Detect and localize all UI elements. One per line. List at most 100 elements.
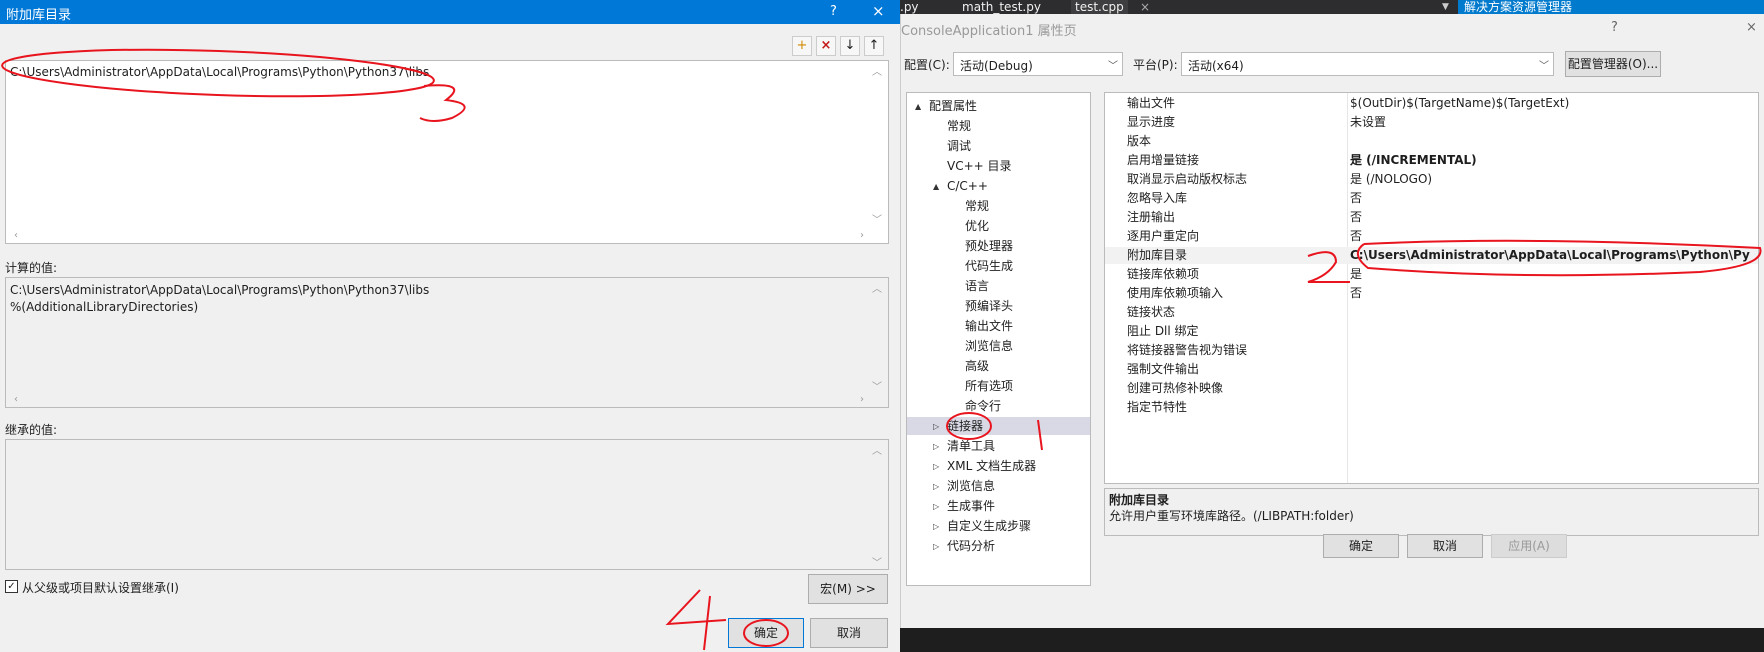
tree-item[interactable]: VC++ 目录 [947,157,1012,175]
tree-item[interactable]: C/C++ [947,177,988,195]
tree-item[interactable]: 命令行 [965,397,1001,415]
expand-arrow-icon[interactable]: ▷ [933,462,939,471]
config-label: 配置(C): [904,58,950,72]
tree-item[interactable]: 所有选项 [965,377,1013,395]
platform-select[interactable]: 活动(x64) ﹀ [1181,52,1554,76]
collapse-arrow-icon[interactable]: ▲ [915,102,921,111]
scroll-down-icon[interactable]: ﹀ [872,378,882,393]
tree-item[interactable]: 配置属性 [929,97,977,115]
scroll-left-icon[interactable]: ‹ [14,394,18,405]
apply-button[interactable]: 应用(A) [1491,534,1567,558]
close-button[interactable]: × [872,2,885,20]
dialog-ok-button[interactable]: 确定 [728,618,804,648]
additional-library-dirs-dialog: 附加库目录 ? × + × ↓ ↑ C:\Users\Administrator… [0,0,900,652]
property-name: 注册输出 [1127,210,1176,224]
property-row[interactable]: 链接库依赖项 是 [1105,266,1758,283]
ok-button[interactable]: 确定 [1323,534,1399,558]
property-row[interactable]: 将链接器警告视为错误 [1105,342,1758,359]
expand-arrow-icon[interactable]: ▷ [933,542,939,551]
chevron-down-icon: ﹀ [1539,61,1549,72]
tree-item[interactable]: 预处理器 [965,237,1013,255]
collapse-arrow-icon[interactable]: ▲ [933,182,939,191]
tree-item[interactable]: 链接器 [947,417,983,435]
scroll-up-icon[interactable]: ︿ [872,63,882,78]
property-row[interactable]: 显示进度 未设置 [1105,114,1758,131]
property-row[interactable]: 阻止 Dll 绑定 [1105,323,1758,340]
tree-item[interactable]: 优化 [965,217,989,235]
property-row[interactable]: 强制文件输出 [1105,361,1758,378]
property-name: 启用增量链接 [1127,153,1200,167]
property-row[interactable]: 使用库依赖项输入 否 [1105,285,1758,302]
expand-arrow-icon[interactable]: ▷ [933,502,939,511]
property-name: 指定节特性 [1127,400,1188,414]
property-value: 否 [1350,286,1363,300]
tree-item[interactable]: 自定义生成步骤 [947,517,1031,535]
config-manager-button[interactable]: 配置管理器(O)... [1565,51,1661,77]
tree-item[interactable]: 常规 [965,197,989,215]
inherit-checkbox[interactable]: ✓ [5,580,18,593]
property-value: 是 (/NOLOGO) [1350,172,1433,186]
tree-item[interactable]: 语言 [965,277,989,295]
help-button[interactable]: ? [1611,20,1618,35]
tree-item[interactable]: 代码生成 [965,257,1013,275]
tree-item[interactable]: XML 文档生成器 [947,457,1036,475]
property-row[interactable]: 创建可热修补映像 [1105,380,1758,397]
tree-item[interactable]: 代码分析 [947,537,995,555]
close-button[interactable]: × [1746,20,1757,35]
macro-button[interactable]: 宏(M) >> [808,574,888,604]
expand-arrow-icon[interactable]: ▷ [933,422,939,431]
directories-editor[interactable]: C:\Users\Administrator\AppData\Local\Pro… [5,60,889,244]
property-row[interactable]: 版本 [1105,133,1758,150]
new-line-icon[interactable]: + [792,36,812,56]
scroll-right-icon[interactable]: › [860,394,864,405]
tree-item[interactable]: 浏览信息 [947,477,995,495]
property-row[interactable]: 指定节特性 [1105,399,1758,416]
property-name: 创建可热修补映像 [1127,381,1224,395]
scroll-right-icon[interactable]: › [860,230,864,241]
property-row[interactable]: 忽略导入库 否 [1105,190,1758,207]
property-row[interactable]: 启用增量链接 是 (/INCREMENTAL) [1105,152,1758,169]
property-name: 逐用户重定向 [1127,229,1200,243]
move-down-icon[interactable]: ↓ [840,36,860,56]
property-row[interactable]: 注册输出 否 [1105,209,1758,226]
tree-item[interactable]: 输出文件 [965,317,1013,335]
scroll-left-icon[interactable]: ‹ [14,230,18,241]
directory-entry[interactable]: C:\Users\Administrator\AppData\Local\Pro… [10,65,429,79]
dialog-cancel-button[interactable]: 取消 [810,618,888,648]
tree-item[interactable]: 高级 [965,357,989,375]
delete-icon[interactable]: × [816,36,836,56]
expand-arrow-icon[interactable]: ▷ [933,482,939,491]
expand-arrow-icon[interactable]: ▷ [933,442,939,451]
tree-item[interactable]: 清单工具 [947,437,995,455]
cancel-button[interactable]: 取消 [1407,534,1483,558]
property-name: 链接库依赖项 [1127,267,1200,281]
tree-item[interactable]: 预编译头 [965,297,1013,315]
expand-arrow-icon[interactable]: ▷ [933,522,939,531]
description-panel: 附加库目录 允许用户重写环境库路径。(/LIBPATH:folder) [1104,488,1759,536]
property-row[interactable]: 逐用户重定向 否 [1105,228,1758,245]
scroll-down-icon[interactable]: ﹀ [872,211,882,226]
help-button[interactable]: ? [830,4,837,19]
config-select[interactable]: 活动(Debug) ﹀ [953,52,1123,76]
tree-item[interactable]: 调试 [947,137,971,155]
property-row[interactable]: 取消显示启动版权标志 是 (/NOLOGO) [1105,171,1758,188]
property-value: C:\Users\Administrator\AppData\Local\Pro… [1350,248,1750,262]
property-grid[interactable]: 输出文件 $(OutDir)$(TargetName)$(TargetExt) 显示… [1104,92,1759,484]
computed-label: 计算的值: [5,261,58,275]
scroll-up-icon[interactable]: ︿ [872,442,882,457]
move-up-icon[interactable]: ↑ [864,36,884,56]
tree-item[interactable]: 常规 [947,117,971,135]
property-row[interactable]: 输出文件 $(OutDir)$(TargetName)$(TargetExt) [1105,95,1758,112]
scroll-down-icon[interactable]: ﹀ [872,554,882,569]
tree-item[interactable]: 生成事件 [947,497,995,515]
property-value: 否 [1350,229,1363,243]
tree-item[interactable]: 浏览信息 [965,337,1013,355]
inherited-label: 继承的值: [5,423,58,437]
scroll-up-icon[interactable]: ︿ [872,280,882,295]
computed-line-2: %(AdditionalLibraryDirectories) [10,300,199,314]
computed-line-1: C:\Users\Administrator\AppData\Local\Pro… [10,283,430,297]
property-row[interactable]: 链接状态 [1105,304,1758,321]
property-pages-window: ConsoleApplication1 属性页 ? × 配置(C): 活动(De… [900,14,1764,628]
property-row[interactable]: 附加库目录 C:\Users\Administrator\AppData\Loca… [1105,247,1758,264]
property-tree[interactable]: ▲ 配置属性 常规 调试 VC++ 目录 ▲ C/C++ 常规 优化 预处理器 代码生成 语言 预编译头… [906,92,1091,586]
